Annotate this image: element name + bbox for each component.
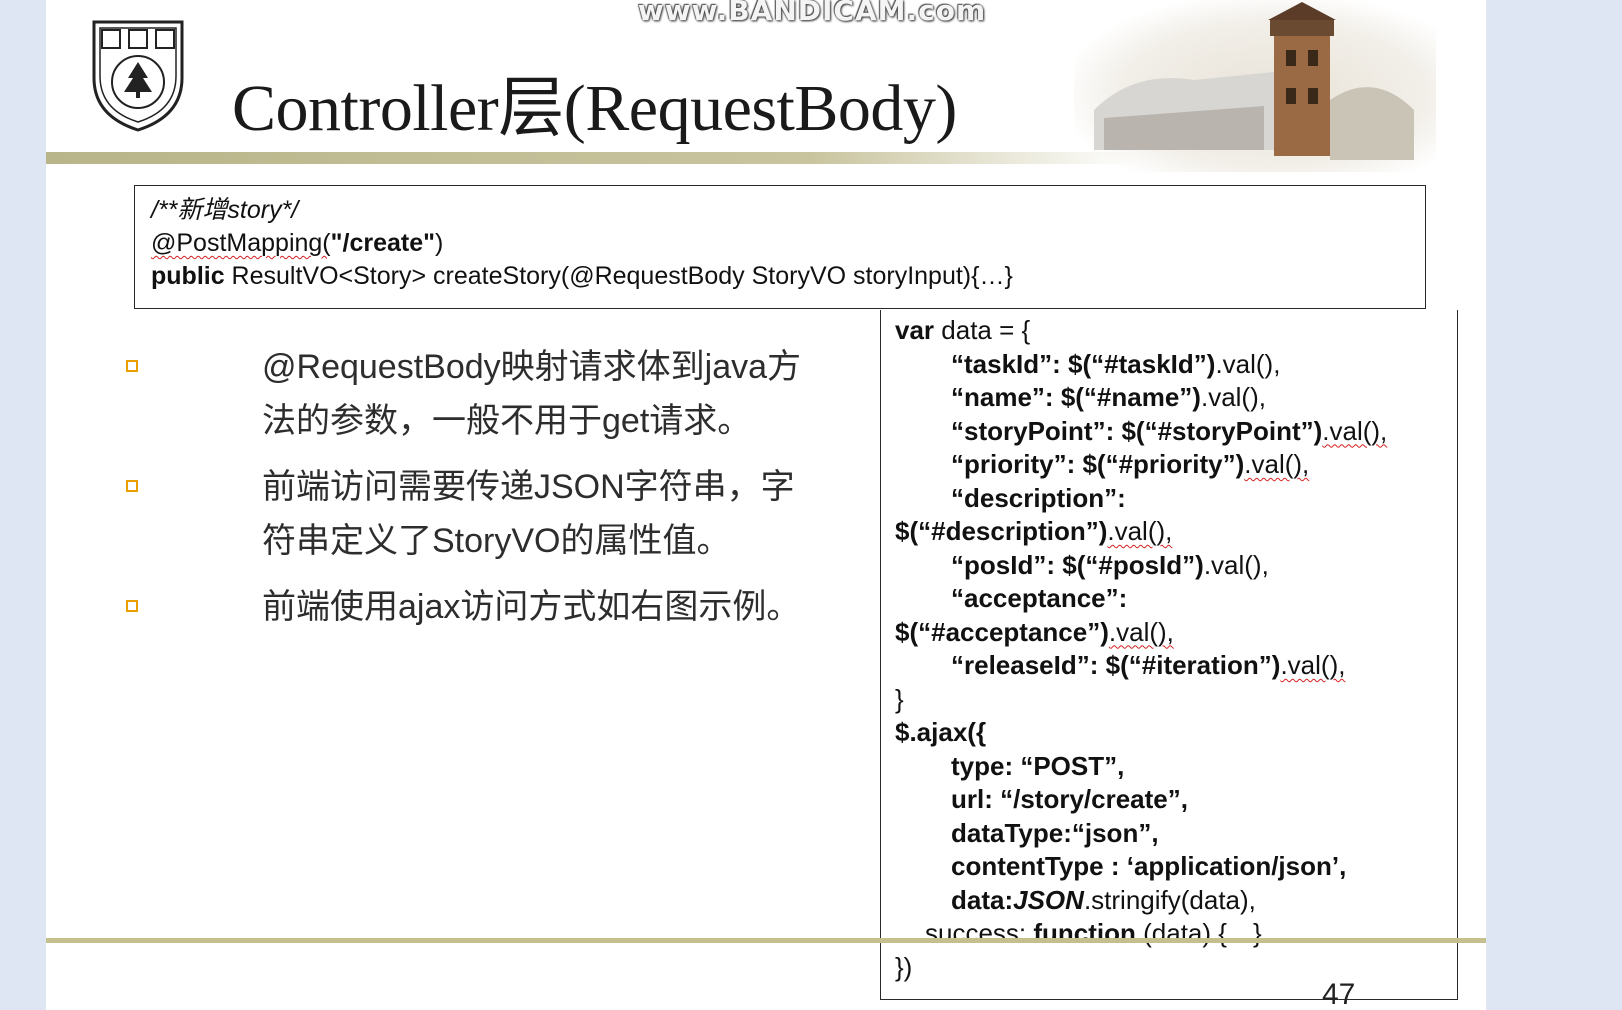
recording-watermark: www.BANDICAM.com xyxy=(637,0,987,27)
code-line: dataType:“json”, xyxy=(951,817,1159,848)
bullet-item: 前端使用ajax访问方式如右图示例。 xyxy=(126,580,846,634)
code-selector: $(“#description”) xyxy=(895,516,1108,546)
code-line: url: “/story/create”, xyxy=(951,784,1188,814)
bullet-text: 前端访问需要传递JSON字符串，字 xyxy=(262,468,795,506)
code-text: (data) {…} xyxy=(1135,918,1262,948)
square-bullet-icon xyxy=(126,600,138,612)
code-key: “acceptance”: xyxy=(951,583,1128,613)
code-key: “name”: xyxy=(951,382,1054,412)
bullet-text: 前端使用ajax访问方式如右图示例。 xyxy=(262,588,801,626)
university-emblem-icon xyxy=(92,20,184,132)
code-line: “posId”: $(“#posId”).val(), xyxy=(895,549,1443,583)
code-line: “taskId”: $(“#taskId”).val(), xyxy=(895,348,1443,382)
code-key: data: xyxy=(951,884,1014,915)
code-text: .val(), xyxy=(1280,650,1346,680)
bullet-item: 前端访问需要传递JSON字符串，字 符串定义了StoryVO的属性值。 xyxy=(126,460,846,568)
code-line: var data = { xyxy=(895,314,1443,348)
code-key: “priority”: xyxy=(951,449,1076,479)
code-selector: $(“#taskId”) xyxy=(1068,348,1216,379)
code-text: data = { xyxy=(934,315,1031,345)
code-line: “name”: $(“#name”).val(), xyxy=(895,381,1443,415)
code-text: .val(), xyxy=(1108,616,1174,647)
code-line: data:JSON.stringify(data), xyxy=(895,884,1443,918)
square-bullet-icon xyxy=(126,360,138,372)
code-key: “description”: xyxy=(951,482,1126,513)
code-line: $.ajax({ xyxy=(895,717,987,747)
function-keyword: function xyxy=(1033,918,1136,948)
post-mapping-close: ) xyxy=(434,229,444,257)
code-text: .val(), xyxy=(1244,449,1310,479)
slide: www.BANDICAM.com Controller层(RequestBody… xyxy=(46,0,1486,1010)
code-line: “storyPoint”: $(“#storyPoint”).val(), xyxy=(895,415,1443,449)
code-line: “acceptance”: xyxy=(895,582,1443,616)
square-bullet-icon xyxy=(126,480,138,492)
bullet-list: @RequestBody映射请求体到java方 法的参数，一般不用于get请求。… xyxy=(126,340,846,646)
code-comment: /**新增story*/ xyxy=(151,196,299,224)
code-text: .val(), xyxy=(1322,415,1388,446)
code-selector: $(“#storyPoint”) xyxy=(1121,415,1323,446)
code-selector: $(“#name”) xyxy=(1060,382,1201,412)
code-text: .val(), xyxy=(1203,549,1269,580)
code-line: }) xyxy=(895,951,913,982)
bullet-text: 符串定义了StoryVO的属性值。 xyxy=(262,522,731,560)
code-object: JSON xyxy=(1013,884,1084,915)
code-line: } xyxy=(895,683,904,714)
code-text: .val(), xyxy=(1107,516,1173,546)
bullet-text: @RequestBody映射请求体到java方 xyxy=(262,348,802,386)
code-key: “posId”: xyxy=(951,549,1055,580)
ajax-code-box: var data = { “taskId”: $(“#taskId”).val(… xyxy=(880,310,1458,1000)
code-key: success: xyxy=(925,918,1034,948)
post-mapping-annotation: @PostMapping( xyxy=(151,229,331,257)
page-number: 47 xyxy=(1322,978,1356,1010)
code-line: type: “POST”, xyxy=(951,750,1125,781)
code-line: success: function (data) {…} xyxy=(895,917,1443,951)
campus-tower-image xyxy=(1074,0,1436,172)
code-key: “storyPoint”: xyxy=(951,415,1115,446)
var-keyword: var xyxy=(895,315,935,345)
code-line: $(“#acceptance”).val(), xyxy=(895,616,1443,650)
code-text: .stringify(data), xyxy=(1083,884,1256,915)
code-line: “priority”: $(“#priority”).val(), xyxy=(895,448,1443,482)
code-text: .val(), xyxy=(1215,348,1281,379)
code-text: .val(), xyxy=(1200,382,1266,412)
annotation-code-box: /**新增story*/ @PostMapping("/create") pub… xyxy=(134,185,1426,309)
footer-rule xyxy=(46,938,1486,943)
code-selector: $(“#acceptance”) xyxy=(895,616,1109,647)
public-keyword: public xyxy=(151,262,225,290)
code-selector: $(“#iteration”) xyxy=(1105,650,1281,680)
title-rule xyxy=(46,152,1136,164)
code-line: $(“#description”).val(), xyxy=(895,515,1443,549)
code-key: “releaseId”: xyxy=(951,650,1099,680)
bullet-item: @RequestBody映射请求体到java方 法的参数，一般不用于get请求。 xyxy=(126,340,846,448)
code-line: “description”: xyxy=(895,482,1443,516)
slide-title: Controller层(RequestBody) xyxy=(232,72,957,145)
post-mapping-path: "/create" xyxy=(330,229,435,257)
code-key: “taskId”: xyxy=(951,348,1061,379)
code-selector: $(“#priority”) xyxy=(1082,449,1245,479)
method-signature: ResultVO<Story> createStory(@RequestBody… xyxy=(224,262,1013,290)
code-selector: $(“#posId”) xyxy=(1062,549,1204,580)
post-mapping-line: @PostMapping("/create") xyxy=(151,227,1409,260)
bullet-text: 法的参数，一般不用于get请求。 xyxy=(262,402,752,440)
method-signature-line: public ResultVO<Story> createStory(@Requ… xyxy=(151,260,1409,293)
code-line: “releaseId”: $(“#iteration”).val(), xyxy=(895,649,1443,683)
code-line: contentType : ‘application/json’, xyxy=(951,851,1347,881)
